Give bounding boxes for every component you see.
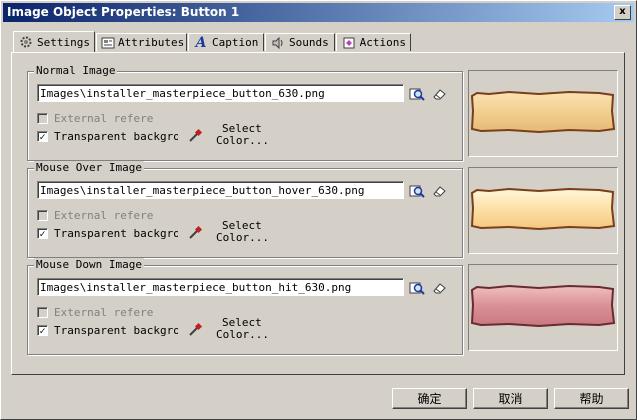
group-label: Normal Image	[34, 64, 118, 77]
actions-icon	[341, 36, 357, 50]
checkbox-label: Transparent backgrou	[54, 323, 178, 337]
eraser-icon[interactable]	[431, 280, 447, 296]
tab-label: Attributes	[118, 36, 185, 49]
eyedropper-icon[interactable]	[187, 322, 203, 341]
eyedropper-icon[interactable]	[187, 225, 203, 244]
tab-settings[interactable]: Settings	[13, 31, 95, 52]
speaker-icon	[270, 36, 286, 50]
select-color-button[interactable]: Select Color...	[216, 317, 269, 341]
checkbox-box: ✓	[37, 324, 48, 337]
checkbox-label: External referen	[54, 208, 154, 222]
eraser-icon[interactable]	[431, 86, 447, 102]
select-color-label-line2: Color...	[216, 328, 269, 341]
group-label: Mouse Down Image	[34, 258, 144, 271]
mouse-over-image-group: Mouse Over Image Images\installer_master…	[27, 161, 463, 258]
caption-a-icon: A	[195, 34, 207, 51]
checkbox-box	[37, 306, 48, 318]
select-color-button[interactable]: Select Color...	[216, 123, 269, 147]
help-button[interactable]: 帮助	[554, 388, 629, 409]
select-color-label-line2: Color...	[216, 134, 269, 147]
normal-image-preview	[468, 70, 618, 157]
close-icon: x	[619, 6, 626, 17]
attributes-icon	[101, 36, 115, 50]
browse-icon[interactable]	[409, 183, 425, 199]
tab-label: Settings	[37, 35, 90, 49]
image-path-field[interactable]: Images\installer_masterpiece_button_hove…	[37, 181, 404, 199]
image-path-field[interactable]: Images\installer_masterpiece_button_hit_…	[37, 278, 404, 296]
tab-attributes[interactable]: Attributes	[96, 33, 187, 51]
checkbox-label: External referen	[54, 111, 154, 125]
tab-label: Caption	[212, 36, 259, 49]
image-path-field[interactable]: Images\installer_masterpiece_button_630.…	[37, 84, 404, 102]
checkbox-label: External referen	[54, 305, 154, 319]
ok-button[interactable]: 确定	[392, 388, 467, 409]
checkbox-box: ✓	[37, 130, 48, 143]
checkbox-box: ✓	[37, 227, 48, 240]
select-color-label-line2: Color...	[216, 231, 269, 244]
cancel-button[interactable]: 取消	[473, 388, 548, 409]
checkbox-box	[37, 112, 48, 124]
external-reference-checkbox[interactable]: External referen	[37, 111, 154, 125]
eraser-icon[interactable]	[431, 183, 447, 199]
tab-caption[interactable]: A Caption	[188, 33, 264, 51]
transparent-background-checkbox[interactable]: ✓ Transparent backgrou	[37, 129, 178, 143]
transparent-background-checkbox[interactable]: ✓ Transparent backgrou	[37, 323, 178, 337]
tab-actions[interactable]: Actions	[336, 33, 411, 51]
normal-image-group: Normal Image Images\installer_masterpiec…	[27, 64, 463, 161]
window-title: Image Object Properties: Button 1	[7, 5, 240, 19]
checkbox-box	[37, 209, 48, 221]
properties-dialog: Image Object Properties: Button 1 x Sett…	[0, 0, 637, 420]
close-button[interactable]: x	[614, 5, 631, 20]
title-bar[interactable]: Image Object Properties: Button 1 x	[3, 3, 634, 22]
select-color-button[interactable]: Select Color...	[216, 220, 269, 244]
mouse-over-image-preview	[468, 167, 618, 254]
checkbox-label: Transparent backgrou	[54, 129, 178, 143]
external-reference-checkbox[interactable]: External referen	[37, 305, 154, 319]
browse-icon[interactable]	[409, 280, 425, 296]
transparent-background-checkbox[interactable]: ✓ Transparent backgrou	[37, 226, 178, 240]
tab-sounds[interactable]: Sounds	[265, 33, 335, 51]
browse-icon[interactable]	[409, 86, 425, 102]
mouse-down-image-group: Mouse Down Image Images\installer_master…	[27, 258, 463, 355]
eyedropper-icon[interactable]	[187, 128, 203, 147]
checkbox-label: Transparent backgrou	[54, 226, 178, 240]
tab-label: Actions	[359, 36, 406, 49]
group-label: Mouse Over Image	[34, 161, 144, 174]
external-reference-checkbox[interactable]: External referen	[37, 208, 154, 222]
mouse-down-image-preview	[468, 264, 618, 351]
settings-panel: Normal Image Images\installer_masterpiec…	[11, 52, 625, 375]
gear-icon	[18, 35, 34, 49]
tab-label: Sounds	[289, 36, 329, 49]
